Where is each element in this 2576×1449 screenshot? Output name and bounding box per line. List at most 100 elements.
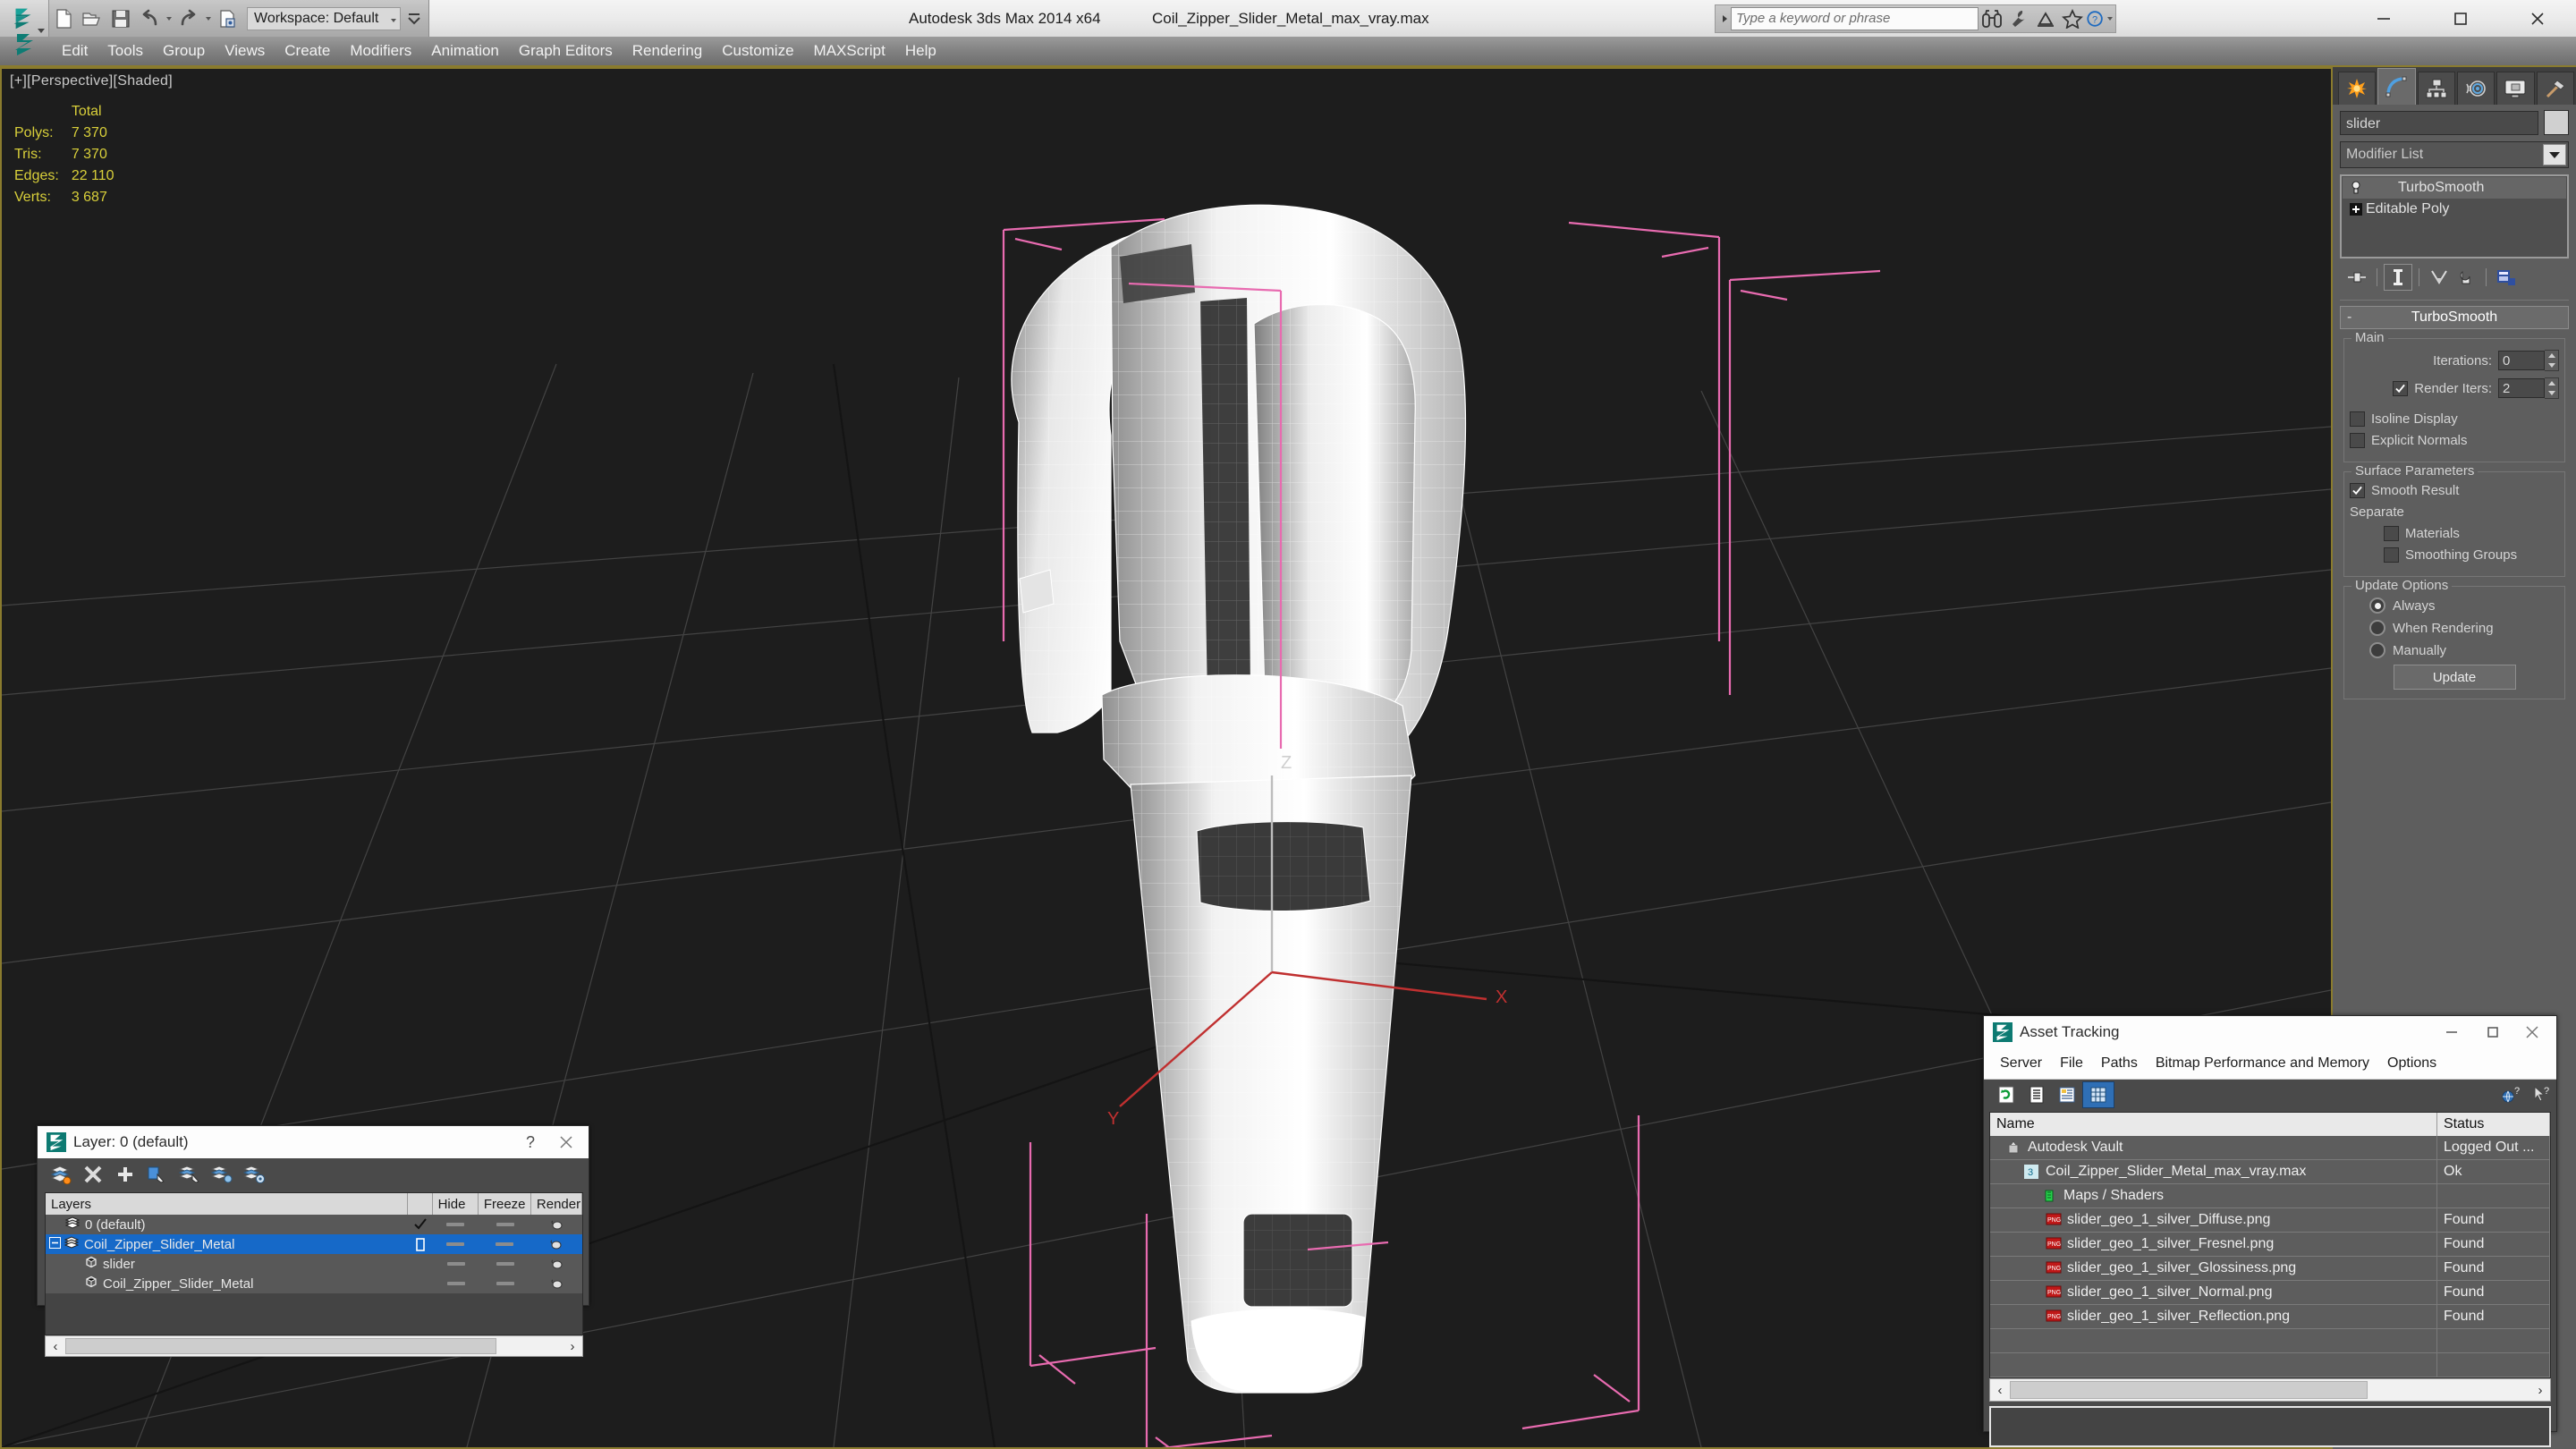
asset-list-blank-row[interactable]: [1990, 1329, 2550, 1353]
layer-properties-icon[interactable]: [238, 1161, 270, 1188]
pin-stack-icon[interactable]: [2343, 265, 2370, 290]
asset-column-status[interactable]: Status: [2437, 1113, 2550, 1136]
modifier-stack-item-editable-poly[interactable]: Editable Poly: [2343, 199, 2566, 220]
table-row[interactable]: PNG slider_geo_1_silver_Diffuse.png Foun…: [1990, 1208, 2550, 1233]
modifier-list-dropdown[interactable]: Modifier List: [2340, 141, 2569, 168]
add-selection-icon[interactable]: [109, 1161, 141, 1188]
redo-icon[interactable]: [175, 5, 202, 32]
hierarchy-tab[interactable]: [2417, 72, 2455, 105]
table-row[interactable]: PNG slider_geo_1_silver_Glossiness.png F…: [1990, 1257, 2550, 1281]
modifier-stack[interactable]: TurboSmooth Editable Poly: [2340, 174, 2569, 258]
at-menu-server[interactable]: Server: [1991, 1055, 2051, 1072]
layer-hide-toggle[interactable]: [433, 1242, 479, 1246]
layer-freeze-toggle[interactable]: [479, 1262, 531, 1266]
layer-render-toggle[interactable]: [531, 1238, 582, 1250]
utilities-tab[interactable]: [2536, 72, 2574, 105]
open-file-icon[interactable]: [79, 5, 106, 32]
asset-list-blank-row[interactable]: [1990, 1353, 2550, 1377]
layer-list[interactable]: Layers Hide Freeze Render 0 (default) Co…: [45, 1192, 583, 1335]
at-menu-file[interactable]: File: [2051, 1055, 2092, 1072]
new-file-icon[interactable]: [50, 5, 77, 32]
menu-item-group[interactable]: Group: [153, 37, 215, 65]
asset-tracking-dialog[interactable]: Asset Tracking Server File Paths Bitmap …: [1983, 1015, 2557, 1447]
menu-item-tools[interactable]: Tools: [97, 37, 153, 65]
sc[interactable]: [2010, 1381, 2368, 1399]
render-iters-value[interactable]: 2: [2498, 378, 2545, 398]
binoculars-icon[interactable]: [1979, 6, 2005, 31]
close-button[interactable]: [2499, 0, 2576, 37]
wrench-icon[interactable]: [2005, 6, 2032, 31]
remove-modifier-icon[interactable]: [2453, 265, 2479, 290]
layer-list-empty-area[interactable]: [46, 1293, 582, 1335]
layer-column-render[interactable]: Render: [531, 1193, 582, 1215]
detail-view-icon[interactable]: [2052, 1082, 2082, 1107]
update-option-always[interactable]: Always: [2350, 597, 2559, 614]
render-iters-stepper[interactable]: 2: [2498, 377, 2559, 399]
layer-render-toggle[interactable]: [531, 1277, 582, 1290]
scroll-left-icon[interactable]: ‹: [46, 1339, 65, 1354]
layer-column-current[interactable]: [408, 1193, 433, 1215]
iterations-value[interactable]: 0: [2498, 351, 2545, 370]
iterations-spin-buttons[interactable]: [2545, 350, 2559, 371]
scroll-right-icon[interactable]: ›: [2530, 1383, 2550, 1398]
layer-current-check[interactable]: [408, 1218, 433, 1231]
table-row[interactable]: PNG slider_geo_1_silver_Reflection.png F…: [1990, 1305, 2550, 1329]
list-view-icon[interactable]: [2021, 1082, 2052, 1107]
menu-item-modifiers[interactable]: Modifiers: [340, 37, 421, 65]
layer-column-hide[interactable]: Hide: [433, 1193, 479, 1215]
layer-render-toggle[interactable]: [531, 1258, 582, 1270]
table-row[interactable]: 0 (default): [46, 1215, 582, 1234]
help-icon[interactable]: ?: [2086, 6, 2113, 31]
project-folder-icon[interactable]: [215, 5, 242, 32]
satellite-dish-icon[interactable]: [2032, 6, 2059, 31]
save-file-icon[interactable]: [107, 5, 134, 32]
at-menu-bitmap-performance[interactable]: Bitmap Performance and Memory: [2147, 1055, 2378, 1072]
asset-list[interactable]: Name Status Autodesk Vault Logged Out ..…: [1989, 1112, 2551, 1378]
at-menu-paths[interactable]: Paths: [2092, 1055, 2147, 1072]
menu-item-views[interactable]: Views: [215, 37, 275, 65]
table-row[interactable]: Maps / Shaders: [1990, 1184, 2550, 1208]
menu-item-customize[interactable]: Customize: [712, 37, 803, 65]
help-globe-icon[interactable]: ?: [2496, 1082, 2526, 1107]
layer-list-horizontal-scrollbar[interactable]: ‹ ›: [45, 1335, 583, 1357]
motion-tab[interactable]: [2456, 72, 2496, 105]
modify-tab[interactable]: [2377, 68, 2416, 105]
layer-dialog-titlebar[interactable]: Layer: 0 (default) ?: [38, 1126, 589, 1158]
scroll-right-icon[interactable]: ›: [563, 1339, 582, 1354]
redo-dropdown-caret-icon[interactable]: [203, 5, 214, 32]
scrollbar-thumb[interactable]: [65, 1338, 496, 1354]
layer-dialog[interactable]: Layer: 0 (default) ? Layers Hide Freeze …: [37, 1125, 589, 1357]
modifier-stack-item-turbosmooth[interactable]: TurboSmooth: [2343, 177, 2566, 199]
materials-checkbox[interactable]: [2384, 526, 2399, 541]
iterations-stepper[interactable]: 0: [2498, 350, 2559, 371]
table-row[interactable]: PNG slider_geo_1_silver_Fresnel.png Foun…: [1990, 1233, 2550, 1257]
modifier-list-caret-icon[interactable]: [2543, 144, 2566, 165]
asset-column-name[interactable]: Name: [1990, 1113, 2437, 1136]
asset-tracking-close-button[interactable]: [2512, 1016, 2553, 1048]
layer-hide-toggle[interactable]: [433, 1282, 479, 1285]
configure-modifier-sets-icon[interactable]: [2493, 265, 2520, 290]
refresh-icon[interactable]: [1991, 1082, 2021, 1107]
manually-radio[interactable]: [2369, 642, 2385, 658]
turbosmooth-rollout-header[interactable]: - TurboSmooth: [2340, 306, 2569, 329]
minimize-button[interactable]: [2345, 0, 2422, 37]
set-current-layer-icon[interactable]: [206, 1161, 238, 1188]
always-radio[interactable]: [2369, 597, 2385, 614]
explicit-normals-checkbox[interactable]: [2350, 433, 2365, 448]
display-tab[interactable]: [2496, 72, 2535, 105]
menu-item-maxscript[interactable]: MAXScript: [804, 37, 895, 65]
grid-view-icon[interactable]: [2082, 1081, 2114, 1108]
menu-item-rendering[interactable]: Rendering: [623, 37, 712, 65]
layer-hide-toggle[interactable]: [433, 1262, 479, 1266]
table-row[interactable]: Autodesk Vault Logged Out ...: [1990, 1136, 2550, 1160]
menu-item-help[interactable]: Help: [895, 37, 946, 65]
layer-dialog-help-button[interactable]: ?: [519, 1131, 542, 1153]
menu-item-graph-editors[interactable]: Graph Editors: [509, 37, 623, 65]
smooth-result-checkbox[interactable]: [2350, 483, 2365, 498]
render-iters-checkbox[interactable]: [2393, 380, 2409, 396]
toolbar-expand-icon[interactable]: [1718, 7, 1731, 30]
scroll-left-icon[interactable]: ‹: [1990, 1383, 2010, 1398]
make-unique-icon[interactable]: [2426, 265, 2453, 290]
table-row[interactable]: slider: [46, 1254, 582, 1274]
show-end-result-icon[interactable]: [2384, 264, 2412, 291]
